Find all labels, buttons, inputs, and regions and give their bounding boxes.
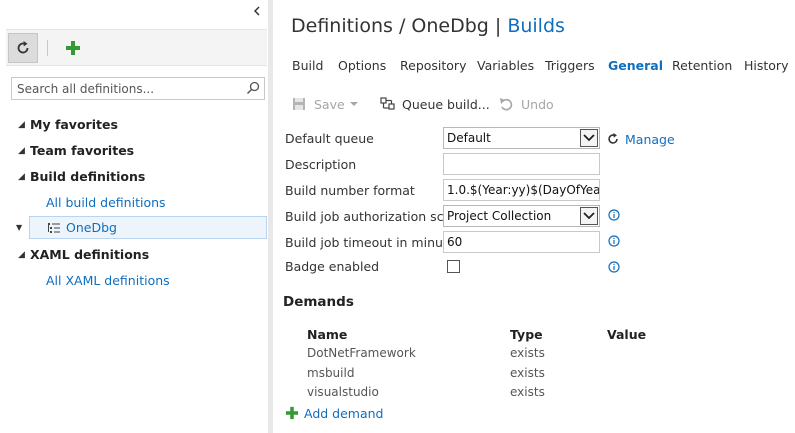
search-icon[interactable] — [246, 81, 260, 95]
default-queue-dropdown-button[interactable] — [580, 129, 598, 147]
auth-scope-select[interactable]: Project Collection — [443, 205, 600, 227]
chevron-down-icon — [583, 134, 595, 142]
chevron-down-icon — [583, 212, 595, 220]
tab-build[interactable]: Build — [292, 58, 323, 73]
new-definition-button[interactable] — [62, 37, 84, 59]
build-number-format-label: Build number format — [285, 183, 415, 198]
toolbar-separator — [47, 40, 48, 56]
default-queue-value: Default — [447, 131, 491, 145]
tab-history[interactable]: History — [744, 58, 788, 73]
main-content: Definitions / OneDbg | Builds Build Opti… — [273, 0, 795, 433]
build-number-format-field[interactable]: 1.0.$(Year:yy)$(DayOfYear)$(R — [443, 179, 600, 201]
tab-general[interactable]: General — [608, 58, 663, 73]
tree-node-label: Team favorites — [30, 143, 135, 158]
save-label: Save — [314, 96, 345, 112]
description-field[interactable] — [443, 153, 600, 175]
demand-row-type: exists — [510, 366, 545, 380]
expanded-triangle-icon[interactable]: ◢ — [18, 115, 28, 135]
timeout-field[interactable] — [443, 231, 600, 253]
refresh-button[interactable] — [8, 33, 38, 63]
save-button[interactable]: Save — [292, 94, 359, 114]
add-demand-label: Add demand — [304, 405, 384, 421]
tab-options[interactable]: Options — [338, 58, 386, 73]
info-icon[interactable] — [608, 235, 620, 247]
undo-icon — [500, 98, 513, 111]
auth-scope-value: Project Collection — [447, 209, 552, 223]
definitions-toolbar — [6, 29, 267, 66]
left-panel: ◢ My favorites ◢ Team favorites ◢ Build … — [0, 0, 268, 433]
tree-node-build-definitions[interactable]: ◢ Build definitions — [18, 167, 145, 187]
tab-repository[interactable]: Repository — [400, 58, 466, 73]
collapse-panel-button[interactable] — [250, 4, 264, 18]
manage-queue-link[interactable]: Manage — [606, 131, 675, 147]
info-icon[interactable] — [608, 209, 620, 221]
chevron-left-icon — [253, 6, 260, 16]
manage-label: Manage — [625, 131, 675, 147]
demands-header-type: Type — [510, 327, 543, 342]
page-title: Definitions / OneDbg | Builds — [291, 15, 565, 37]
undo-button[interactable]: Undo — [499, 94, 554, 114]
default-queue-label: Default queue — [285, 131, 374, 146]
demand-row-name: visualstudio — [307, 385, 379, 399]
demand-row-name: msbuild — [307, 366, 355, 380]
search-box — [11, 77, 265, 100]
description-label: Description — [285, 157, 357, 172]
timeout-label: Build job timeout in minutes — [285, 235, 463, 250]
search-input[interactable] — [12, 78, 237, 99]
save-icon — [293, 98, 305, 110]
badge-enabled-checkbox[interactable] — [447, 260, 460, 273]
tree-node-team-favorites[interactable]: ◢ Team favorites — [18, 141, 134, 161]
default-queue-select[interactable]: Default — [443, 127, 600, 149]
badge-enabled-label: Badge enabled — [285, 259, 380, 274]
tab-variables[interactable]: Variables — [477, 58, 534, 73]
demand-row-type: exists — [510, 385, 545, 399]
refresh-icon — [608, 132, 618, 144]
tree-node-onedbg-selected[interactable] — [29, 216, 267, 239]
auth-scope-dropdown-button[interactable] — [580, 207, 598, 225]
demands-header-value: Value — [607, 327, 647, 342]
tree-node-label: XAML definitions — [30, 247, 150, 262]
tree-node-label: My favorites — [30, 117, 118, 132]
add-demand-button[interactable]: Add demand — [285, 405, 384, 421]
expanded-triangle-icon[interactable]: ◢ — [18, 167, 28, 187]
queue-build-icon — [380, 97, 395, 110]
builds-link[interactable]: Builds — [507, 15, 565, 37]
tab-triggers[interactable]: Triggers — [545, 58, 595, 73]
build-number-format-value: 1.0.$(Year:yy)$(DayOfYear)$(R — [447, 183, 600, 197]
all-build-definitions-link[interactable]: All build definitions — [46, 193, 166, 213]
plus-icon — [285, 406, 299, 420]
queue-build-button[interactable]: Queue build... — [380, 94, 490, 114]
tree-node-label: Build definitions — [30, 169, 146, 184]
build-definition-icon — [48, 223, 60, 233]
demand-row-type: exists — [510, 346, 545, 360]
breadcrumb: Definitions / OneDbg | — [291, 15, 508, 37]
tree-node-my-favorites[interactable]: ◢ My favorites — [18, 115, 118, 135]
all-xaml-definitions-link[interactable]: All XAML definitions — [46, 271, 170, 291]
expanded-triangle-icon[interactable]: ◢ — [18, 245, 28, 265]
expanded-triangle-icon[interactable]: ◢ — [18, 141, 28, 161]
refresh-icon — [17, 41, 29, 54]
tab-retention[interactable]: Retention — [672, 58, 732, 73]
expand-down-triangle-icon[interactable]: ▼ — [16, 218, 26, 238]
plus-icon — [66, 41, 80, 55]
demands-heading: Demands — [283, 294, 354, 310]
info-icon[interactable] — [608, 261, 620, 273]
dropdown-arrow-icon — [349, 102, 358, 106]
undo-label: Undo — [521, 96, 554, 112]
demands-header-name: Name — [307, 327, 348, 342]
tree-node-onedbg-label[interactable]: OneDbg — [66, 218, 117, 238]
tree-node-xaml-definitions[interactable]: ◢ XAML definitions — [18, 245, 149, 265]
queue-build-label: Queue build... — [402, 96, 490, 112]
auth-scope-label: Build job authorization scope — [285, 209, 467, 224]
demand-row-name: DotNetFramework — [307, 346, 416, 360]
